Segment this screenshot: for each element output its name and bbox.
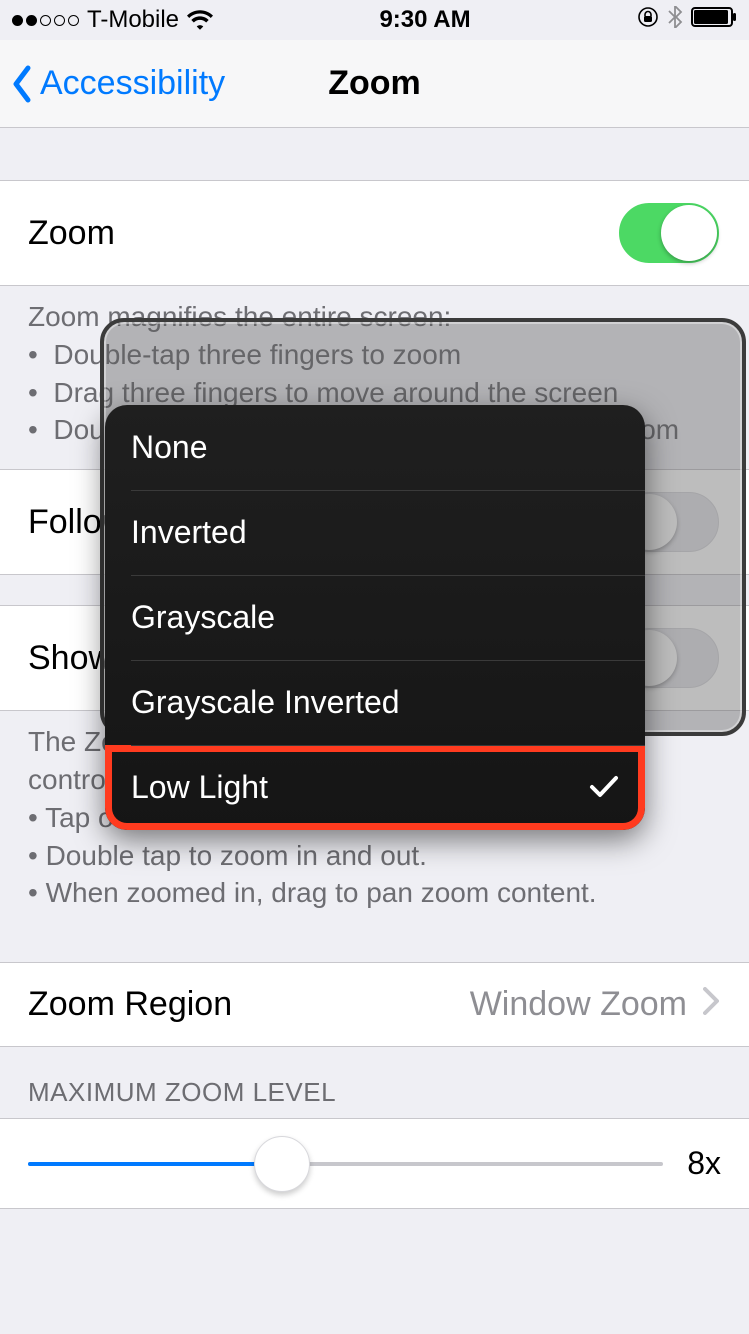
- zoom-filter-popup: None Inverted Grayscale Grayscale Invert…: [105, 405, 645, 830]
- filter-option-grayscale-inverted[interactable]: Grayscale Inverted: [105, 660, 645, 745]
- chevron-right-icon: [703, 985, 719, 1024]
- filter-option-label: None: [131, 429, 208, 466]
- bluetooth-icon: [667, 6, 683, 35]
- max-zoom-header: MAXIMUM ZOOM LEVEL: [0, 1047, 749, 1118]
- status-right: [637, 6, 737, 35]
- back-button[interactable]: Accessibility: [10, 64, 225, 104]
- max-zoom-slider[interactable]: [28, 1162, 663, 1166]
- zoom-region-label: Zoom Region: [28, 985, 232, 1024]
- max-zoom-slider-row: 8x: [0, 1118, 749, 1209]
- filter-option-label: Inverted: [131, 514, 247, 551]
- filter-option-label: Grayscale Inverted: [131, 684, 400, 721]
- zoom-toggle[interactable]: [619, 203, 719, 263]
- orientation-lock-icon: [637, 6, 659, 35]
- filter-option-label: Low Light: [131, 769, 268, 806]
- filter-option-none[interactable]: None: [105, 405, 645, 490]
- carrier-label: T-Mobile: [87, 6, 179, 34]
- filter-option-label: Grayscale: [131, 599, 275, 636]
- controller-help-l3: • Double tap to zoom in and out.: [28, 837, 721, 875]
- filter-option-inverted[interactable]: Inverted: [105, 490, 645, 575]
- status-time: 9:30 AM: [379, 6, 470, 34]
- zoom-region-cell[interactable]: Zoom Region Window Zoom: [0, 962, 749, 1047]
- max-zoom-value: 8x: [687, 1145, 721, 1182]
- zoom-region-value: Window Zoom: [470, 985, 687, 1024]
- filter-option-grayscale[interactable]: Grayscale: [105, 575, 645, 660]
- signal-strength-icon: [12, 15, 79, 26]
- zoom-toggle-cell: Zoom: [0, 180, 749, 286]
- battery-icon: [691, 6, 737, 34]
- back-label: Accessibility: [40, 64, 225, 103]
- wifi-icon: [187, 10, 213, 30]
- zoom-label: Zoom: [28, 214, 115, 253]
- chevron-left-icon: [10, 64, 34, 104]
- status-bar: T-Mobile 9:30 AM: [0, 0, 749, 40]
- checkmark-icon: [589, 769, 619, 806]
- controller-help-l4: • When zoomed in, drag to pan zoom conte…: [28, 874, 721, 912]
- page-title: Zoom: [328, 64, 421, 103]
- nav-bar: Accessibility Zoom: [0, 40, 749, 128]
- filter-option-low-light[interactable]: Low Light: [105, 745, 645, 830]
- status-left: T-Mobile: [12, 6, 213, 34]
